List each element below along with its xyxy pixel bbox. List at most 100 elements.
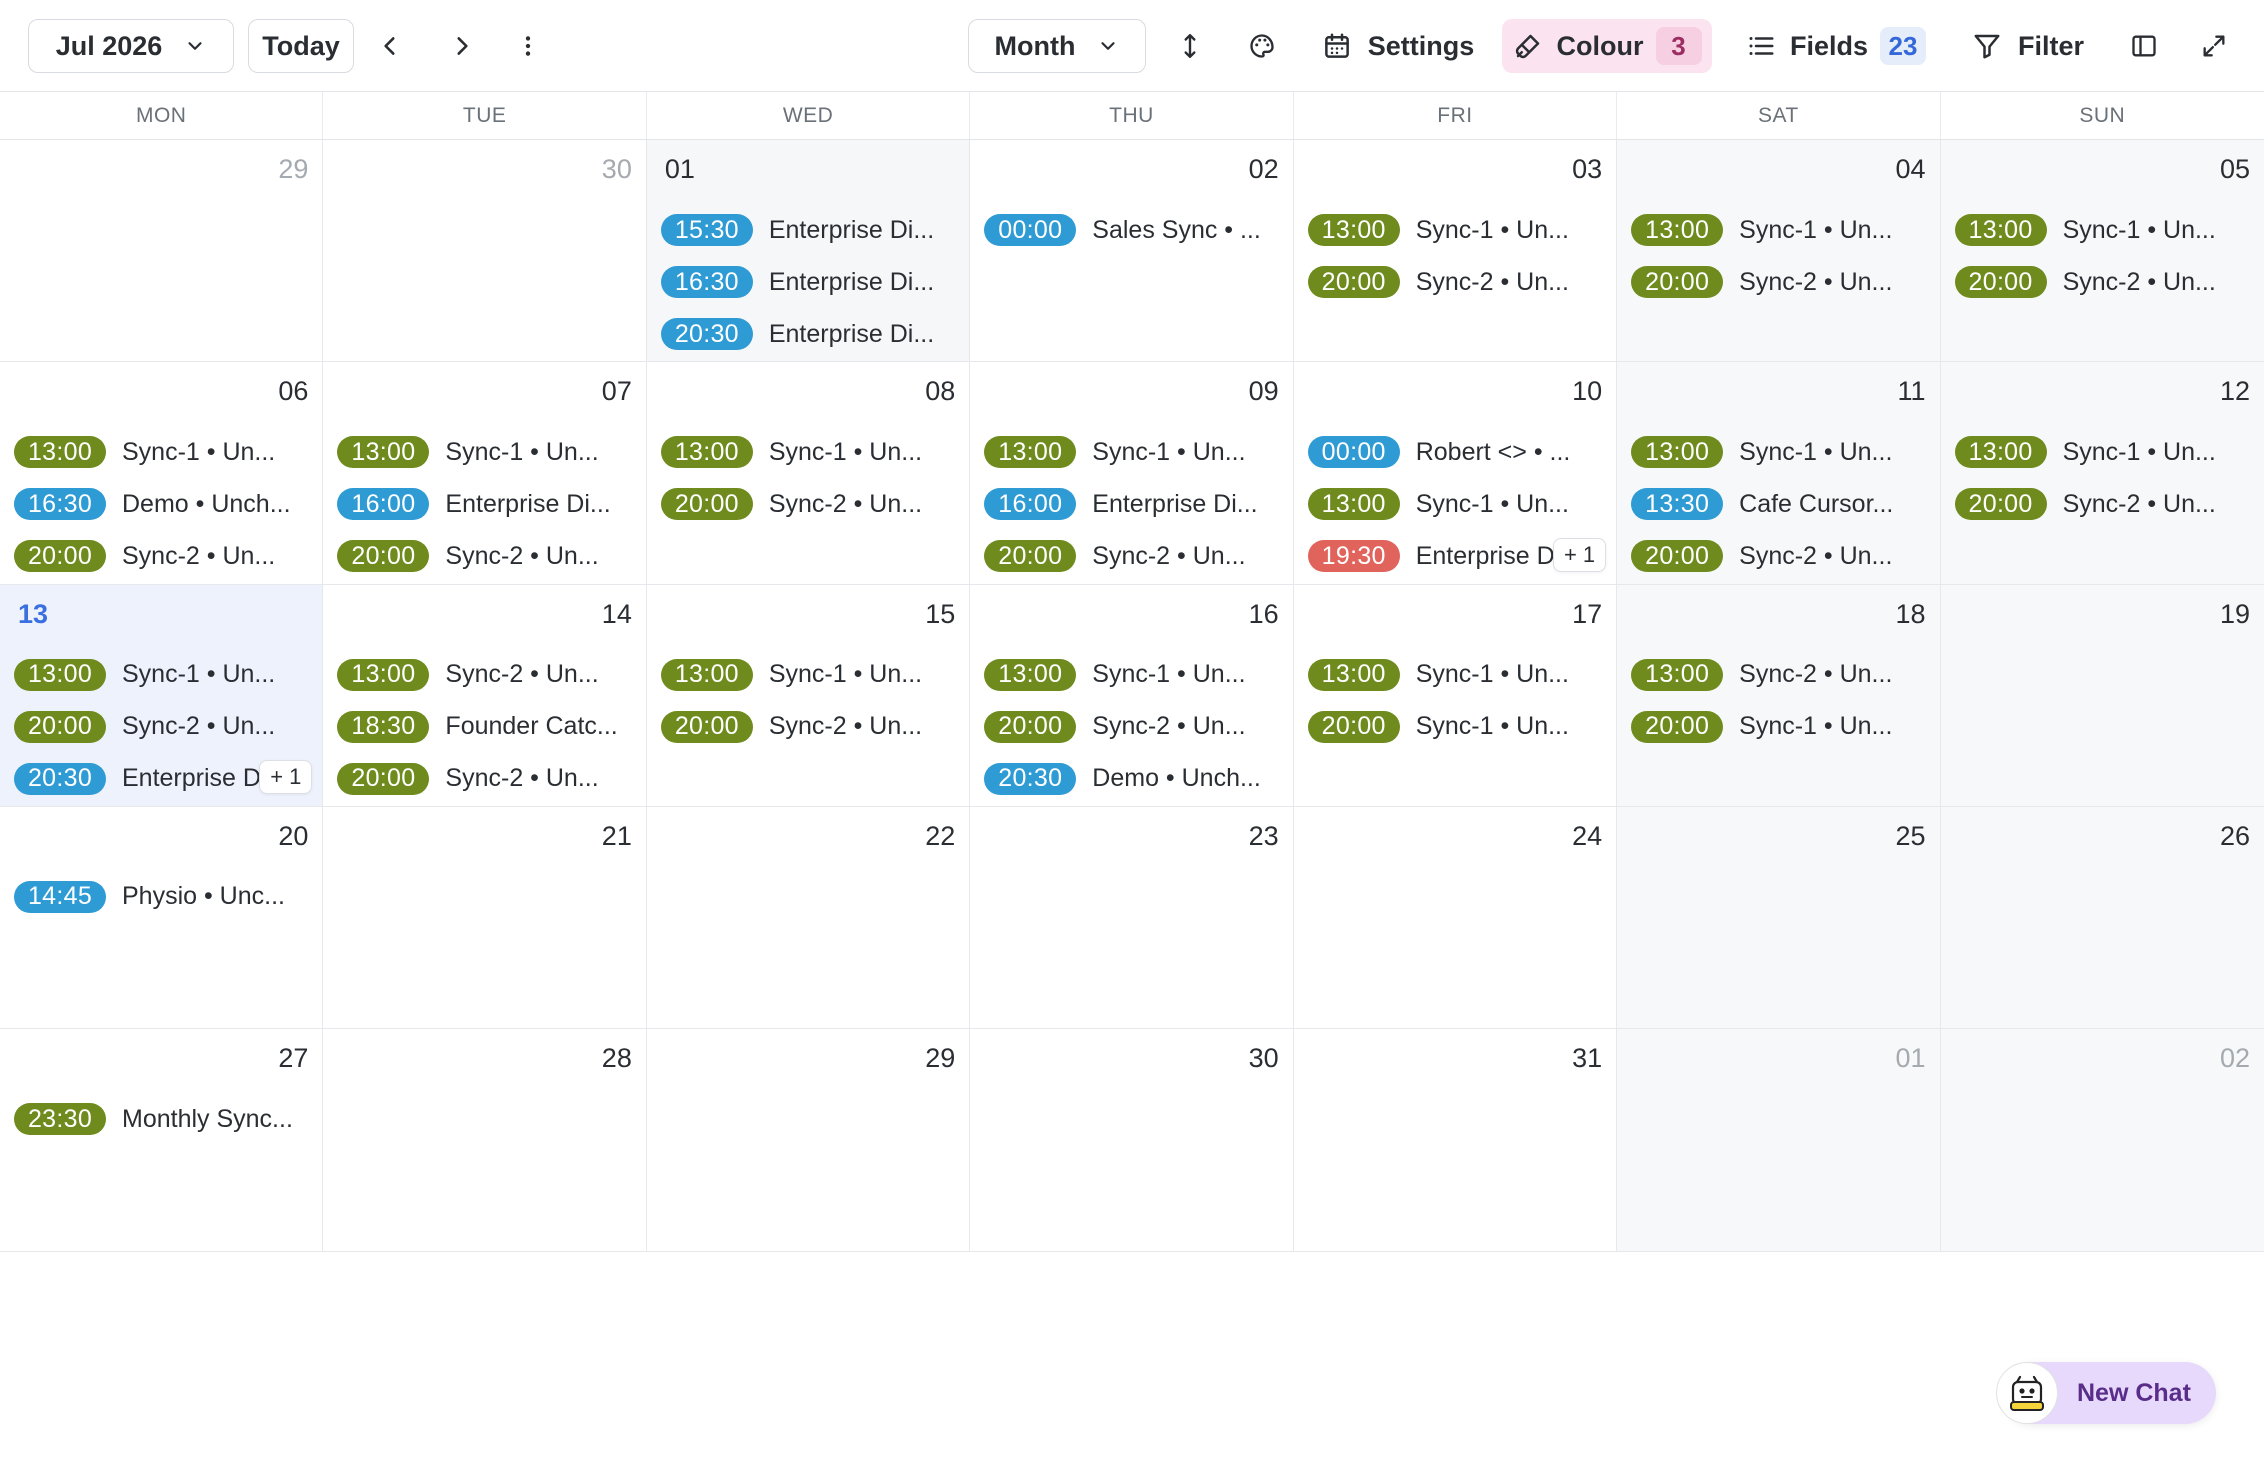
- event-item[interactable]: 16:30 Demo • Unch...: [14, 486, 310, 522]
- expand-button[interactable]: [2194, 26, 2234, 66]
- row-height-button[interactable]: [1170, 26, 1210, 66]
- new-chat-button[interactable]: New Chat: [1996, 1362, 2216, 1424]
- event-item[interactable]: 13:00 Sync-1 • Un...: [660, 657, 957, 693]
- event-item[interactable]: 13:00 Sync-1 • Un...: [1954, 434, 2252, 470]
- event-item[interactable]: 20:00 Sync-2 • Un...: [660, 709, 957, 745]
- day-number: 27: [278, 1043, 309, 1074]
- day-cell[interactable]: 01: [1617, 1029, 1941, 1252]
- colour-button[interactable]: Colour 3: [1502, 19, 1712, 73]
- event-item[interactable]: 00:00 Robert <> • ...: [1307, 434, 1604, 470]
- view-select[interactable]: Month: [968, 19, 1146, 73]
- event-item[interactable]: 23:30 Monthly Sync...: [14, 1101, 310, 1137]
- day-cell[interactable]: 17 13:00 Sync-1 • Un... 20:00 Sync-1 • Un...: [1293, 584, 1618, 807]
- event-item[interactable]: 13:00 Sync-1 • Un...: [337, 434, 633, 470]
- day-cell[interactable]: 31: [1293, 1029, 1618, 1252]
- fields-button[interactable]: Fields 23: [1738, 19, 1934, 73]
- day-cell[interactable]: 03 13:00 Sync-1 • Un... 20:00 Sync-2 • Un...: [1293, 140, 1618, 363]
- day-cell[interactable]: 26: [1940, 806, 2264, 1030]
- day-cell[interactable]: 06 13:00 Sync-1 • Un... 16:30 Demo • Unch...…: [0, 362, 324, 585]
- event-item[interactable]: 20:00 Sync-2 • Un...: [984, 538, 1280, 574]
- day-cell[interactable]: 20 14:45 Physio • Unc...: [0, 806, 324, 1030]
- event-item[interactable]: 20:00 Sync-2 • Un...: [984, 709, 1280, 745]
- day-cell[interactable]: 18 13:00 Sync-2 • Un... 20:00 Sync-1 • Un...: [1617, 584, 1941, 807]
- event-item[interactable]: 20:00 Sync-2 • Un...: [1307, 264, 1604, 300]
- day-cell[interactable]: 22: [646, 806, 971, 1030]
- event-item[interactable]: 20:00 Sync-2 • Un...: [1954, 264, 2252, 300]
- day-cell[interactable]: 08 13:00 Sync-1 • Un... 20:00 Sync-2 • Un...: [646, 362, 971, 585]
- day-cell[interactable]: 02: [1940, 1029, 2264, 1252]
- more-events-button[interactable]: + 1: [259, 759, 313, 794]
- event-item[interactable]: 13:00 Sync-1 • Un...: [1307, 657, 1604, 693]
- event-item[interactable]: 13:00 Sync-1 • Un...: [1307, 486, 1604, 522]
- event-item[interactable]: 15:30 Enterprise Di...: [660, 212, 957, 248]
- event-item[interactable]: 13:00 Sync-1 • Un...: [14, 657, 310, 693]
- filter-button[interactable]: Filter: [1964, 19, 2092, 73]
- day-cell[interactable]: 12 13:00 Sync-1 • Un... 20:00 Sync-2 • Un...: [1940, 362, 2264, 585]
- today-button[interactable]: Today: [248, 19, 354, 73]
- event-item[interactable]: 13:00 Sync-1 • Un...: [1307, 212, 1604, 248]
- event-item[interactable]: 20:00 Sync-2 • Un...: [337, 538, 633, 574]
- event-item[interactable]: 20:00 Sync-1 • Un...: [1631, 709, 1927, 745]
- day-cell[interactable]: 30: [323, 140, 647, 363]
- event-item[interactable]: 13:00 Sync-2 • Un...: [337, 657, 633, 693]
- day-cell[interactable]: 09 13:00 Sync-1 • Un... 16:00 Enterprise Di.…: [970, 362, 1294, 585]
- event-item[interactable]: 16:30 Enterprise Di...: [660, 264, 957, 300]
- theme-button[interactable]: [1242, 26, 1282, 66]
- day-cell[interactable]: 27 23:30 Monthly Sync...: [0, 1029, 324, 1252]
- day-cell[interactable]: 04 13:00 Sync-1 • Un... 20:00 Sync-2 • Un...: [1617, 140, 1941, 363]
- event-item[interactable]: 20:00 Sync-2 • Un...: [1631, 538, 1927, 574]
- event-item[interactable]: 13:00 Sync-2 • Un...: [1631, 657, 1927, 693]
- event-item[interactable]: 20:00 Sync-2 • Un...: [14, 709, 310, 745]
- day-cell[interactable]: 24: [1293, 806, 1618, 1030]
- event-item[interactable]: 20:00 Sync-2 • Un...: [1954, 486, 2252, 522]
- event-item[interactable]: 00:00 Sales Sync • ...: [984, 212, 1280, 248]
- settings-button[interactable]: Settings: [1318, 19, 1478, 73]
- day-cell[interactable]: 07 13:00 Sync-1 • Un... 16:00 Enterprise Di.…: [323, 362, 647, 585]
- event-item[interactable]: 20:00 Sync-2 • Un...: [14, 538, 310, 574]
- day-cell[interactable]: 16 13:00 Sync-1 • Un... 20:00 Sync-2 • Un...…: [970, 584, 1294, 807]
- day-cell[interactable]: 13 13:00 Sync-1 • Un... 20:00 Sync-2 • Un...…: [0, 584, 324, 807]
- day-cell[interactable]: 29: [646, 1029, 971, 1252]
- day-cell[interactable]: 21: [323, 806, 647, 1030]
- event-item[interactable]: 13:00 Sync-1 • Un...: [14, 434, 310, 470]
- event-item[interactable]: 18:30 Founder Catc...: [337, 709, 633, 745]
- event-item[interactable]: 13:00 Sync-1 • Un...: [1631, 212, 1927, 248]
- prev-month-button[interactable]: [370, 26, 410, 66]
- event-item[interactable]: 16:00 Enterprise Di...: [337, 486, 633, 522]
- day-cell[interactable]: 11 13:00 Sync-1 • Un... 13:30 Cafe Cursor...…: [1617, 362, 1941, 585]
- day-cell[interactable]: 10 00:00 Robert <> • ... 13:00 Sync-1 • Un..…: [1293, 362, 1618, 585]
- more-events-button[interactable]: + 1: [1552, 537, 1607, 572]
- day-cell[interactable]: 25: [1617, 806, 1941, 1030]
- event-item[interactable]: 16:00 Enterprise Di...: [984, 486, 1280, 522]
- more-options-button[interactable]: [508, 26, 548, 66]
- next-month-button[interactable]: [442, 26, 482, 66]
- event-item[interactable]: 20:30 Demo • Unch...: [984, 761, 1280, 797]
- day-cell[interactable]: 14 13:00 Sync-2 • Un... 18:30 Founder Catc..…: [323, 584, 647, 807]
- event-item[interactable]: 13:30 Cafe Cursor...: [1631, 486, 1927, 522]
- weekday-sat: SAT: [1617, 92, 1941, 139]
- day-cell[interactable]: 29: [0, 140, 324, 363]
- day-cell[interactable]: 23: [970, 806, 1294, 1030]
- event-item[interactable]: 20:00 Sync-1 • Un...: [1307, 709, 1604, 745]
- event-item[interactable]: 13:00 Sync-1 • Un...: [984, 657, 1280, 693]
- event-item[interactable]: 13:00 Sync-1 • Un...: [984, 434, 1280, 470]
- event-item[interactable]: 20:00 Sync-2 • Un...: [337, 761, 633, 797]
- event-item[interactable]: 20:00 Sync-2 • Un...: [1631, 264, 1927, 300]
- day-cell[interactable]: 01 15:30 Enterprise Di... 16:30 Enterprise D…: [646, 140, 971, 363]
- day-cell[interactable]: 15 13:00 Sync-1 • Un... 20:00 Sync-2 • Un...: [646, 584, 971, 807]
- event-item[interactable]: 13:00 Sync-1 • Un...: [1954, 212, 2252, 248]
- event-item[interactable]: 13:00 Sync-1 • Un...: [1631, 434, 1927, 470]
- month-picker-button[interactable]: Jul 2026: [28, 19, 234, 73]
- day-cell[interactable]: 05 13:00 Sync-1 • Un... 20:00 Sync-2 • Un...: [1940, 140, 2264, 363]
- event-title: Sync-2 • Un...: [1739, 267, 1893, 296]
- toggle-sidebar-button[interactable]: [2124, 26, 2164, 66]
- day-cell[interactable]: 30: [970, 1029, 1294, 1252]
- day-cell[interactable]: 28: [323, 1029, 647, 1252]
- event-item[interactable]: 20:00 Sync-2 • Un...: [660, 486, 957, 522]
- day-cell[interactable]: 02 00:00 Sales Sync • ...: [970, 140, 1294, 363]
- robot-avatar-icon: [1996, 1362, 2058, 1424]
- event-item[interactable]: 20:30 Enterprise Di...: [660, 316, 957, 352]
- event-item[interactable]: 13:00 Sync-1 • Un...: [660, 434, 957, 470]
- event-item[interactable]: 14:45 Physio • Unc...: [14, 879, 310, 915]
- day-cell[interactable]: 19: [1940, 584, 2264, 807]
